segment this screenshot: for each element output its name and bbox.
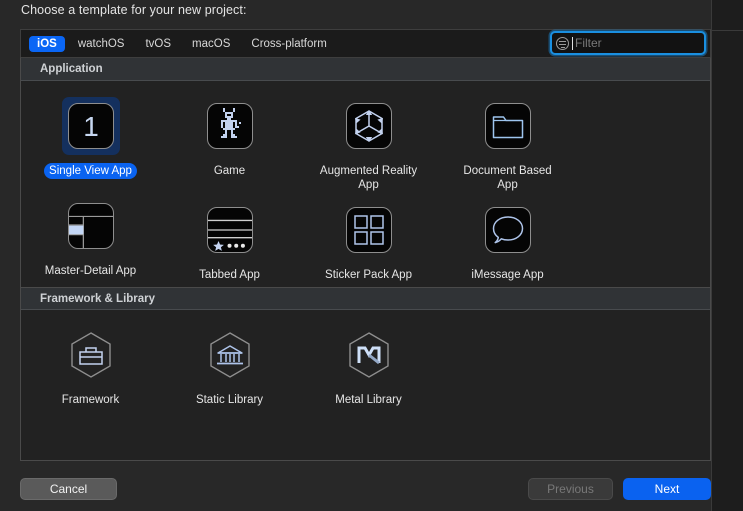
- dialog-right-margin: [711, 0, 743, 511]
- split-view-icon: [67, 203, 114, 249]
- template-augmented-reality-app[interactable]: Augmented Reality App: [299, 93, 438, 193]
- tab-bar-icon: [206, 207, 253, 253]
- selection-highlight: 1: [61, 97, 120, 155]
- grid-spacer: [21, 408, 160, 412]
- template-label: Master-Detail App: [44, 265, 137, 277]
- tab-tvos[interactable]: tvOS: [137, 36, 179, 52]
- icon-holder: [479, 201, 537, 259]
- speech-bubble-icon: [484, 207, 531, 253]
- new-project-template-dialog: Choose a template for your new project: …: [0, 0, 743, 511]
- template-document-based-app[interactable]: Document Based App: [438, 93, 577, 193]
- grid-spacer: [21, 283, 160, 287]
- number-one-icon: 1: [67, 103, 114, 149]
- filter-lines-circle-icon: [556, 36, 569, 50]
- previous-button[interactable]: Previous: [528, 478, 613, 500]
- platform-tab-bar: iOS watchOS tvOS macOS Cross-platform Fi…: [20, 29, 711, 57]
- icon-holder: [201, 201, 259, 259]
- metal-m-hexagon-icon: [344, 330, 394, 380]
- divider: [712, 30, 743, 31]
- template-label: Single View App: [44, 163, 137, 179]
- tab-cross-platform[interactable]: Cross-platform: [243, 36, 334, 52]
- icon-holder: [201, 326, 259, 384]
- tab-watchos[interactable]: watchOS: [70, 36, 133, 52]
- bank-hexagon-icon: [205, 330, 255, 380]
- template-master-detail-app[interactable]: Master-Detail App: [21, 193, 160, 283]
- page-title: Choose a template for your new project:: [21, 3, 247, 17]
- four-squares-icon: [345, 207, 392, 253]
- tab-macos[interactable]: macOS: [184, 36, 238, 52]
- template-single-view-app[interactable]: 1 Single View App: [21, 93, 160, 193]
- template-label: Tabbed App: [199, 269, 260, 281]
- section-header-framework-library: Framework & Library: [21, 287, 710, 310]
- icon-holder: [62, 197, 120, 255]
- tab-ios[interactable]: iOS: [29, 35, 65, 52]
- template-label: Metal Library: [335, 394, 402, 406]
- filter-input-placeholder: Filter: [575, 36, 602, 50]
- folder-icon: [484, 103, 531, 149]
- icon-holder: [340, 97, 398, 155]
- application-template-grid: 1 Single View App Game Augmented Reality…: [21, 81, 710, 287]
- template-sticker-pack-app[interactable]: Sticker Pack App: [299, 197, 438, 283]
- template-label: iMessage App: [471, 269, 544, 281]
- template-framework[interactable]: Framework: [21, 322, 160, 408]
- icon-holder: [340, 326, 398, 384]
- grid-spacer: [438, 322, 577, 408]
- template-label: Static Library: [195, 394, 264, 406]
- svg-text:1: 1: [83, 111, 99, 142]
- ar-cube-icon: [345, 103, 392, 149]
- template-label: Game: [213, 165, 246, 177]
- template-metal-library[interactable]: Metal Library: [299, 322, 438, 408]
- template-label: Framework: [61, 394, 120, 406]
- grid-spacer: [160, 283, 299, 287]
- icon-holder: [62, 326, 120, 384]
- framework-library-template-grid: Framework Static Library Metal Library: [21, 310, 710, 412]
- next-button[interactable]: Next: [623, 478, 711, 500]
- template-label: Document Based App: [463, 165, 552, 191]
- template-imessage-app[interactable]: iMessage App: [438, 197, 577, 283]
- template-game[interactable]: Game: [160, 93, 299, 193]
- template-label: Sticker Pack App: [325, 269, 412, 281]
- icon-holder: [201, 97, 259, 155]
- text-caret: [572, 36, 573, 50]
- cancel-button[interactable]: Cancel: [20, 478, 117, 500]
- template-static-library[interactable]: Static Library: [160, 322, 299, 408]
- icon-holder: [479, 97, 537, 155]
- template-label: Augmented Reality App: [319, 165, 418, 191]
- icon-holder: [340, 201, 398, 259]
- briefcase-hexagon-icon: [66, 330, 116, 380]
- pixel-robot-icon: [206, 103, 253, 149]
- template-list-panel: Application 1 Single View App Game Augme…: [20, 57, 711, 461]
- template-tabbed-app[interactable]: Tabbed App: [160, 197, 299, 283]
- section-header-application: Application: [21, 58, 710, 81]
- filter-field[interactable]: Filter: [550, 31, 706, 55]
